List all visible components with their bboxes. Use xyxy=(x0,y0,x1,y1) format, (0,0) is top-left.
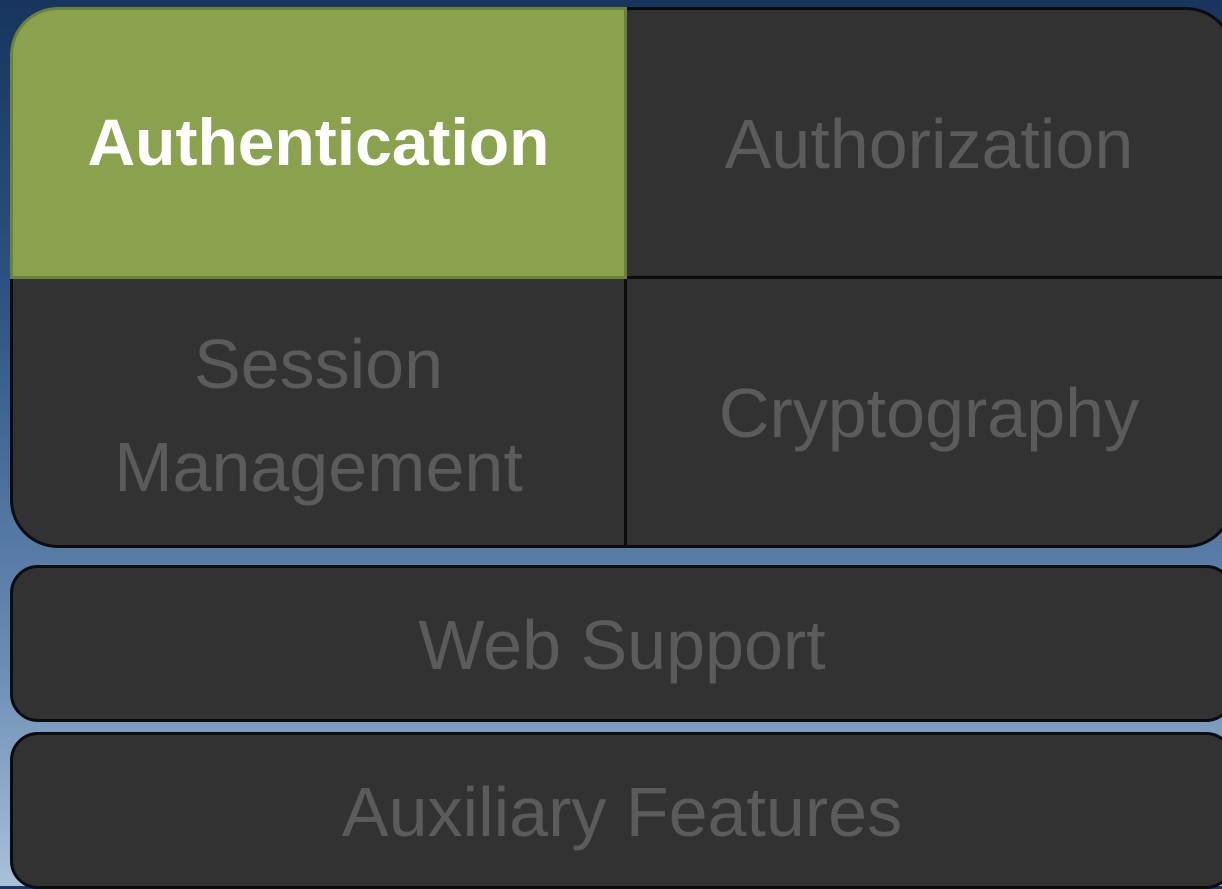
authorization-label: Authorization xyxy=(724,105,1134,184)
auxiliary-features-label: Auxiliary Features xyxy=(341,772,903,851)
web-support-label: Web Support xyxy=(418,605,826,684)
authentication-block[interactable]: Authentication xyxy=(10,7,627,279)
session-management-label: Session Management xyxy=(114,307,523,518)
session-management-label-line1: Session xyxy=(193,324,444,403)
web-support-block[interactable]: Web Support xyxy=(10,565,1222,722)
session-management-label-line2: Management xyxy=(114,428,523,506)
authorization-block[interactable]: Authorization xyxy=(624,7,1222,279)
authentication-label: Authentication xyxy=(87,105,550,180)
session-management-block[interactable]: Session Management xyxy=(10,276,627,548)
auxiliary-features-block[interactable]: Auxiliary Features xyxy=(10,732,1222,889)
cryptography-block[interactable]: Cryptography xyxy=(624,276,1222,548)
cryptography-label: Cryptography xyxy=(718,374,1140,453)
